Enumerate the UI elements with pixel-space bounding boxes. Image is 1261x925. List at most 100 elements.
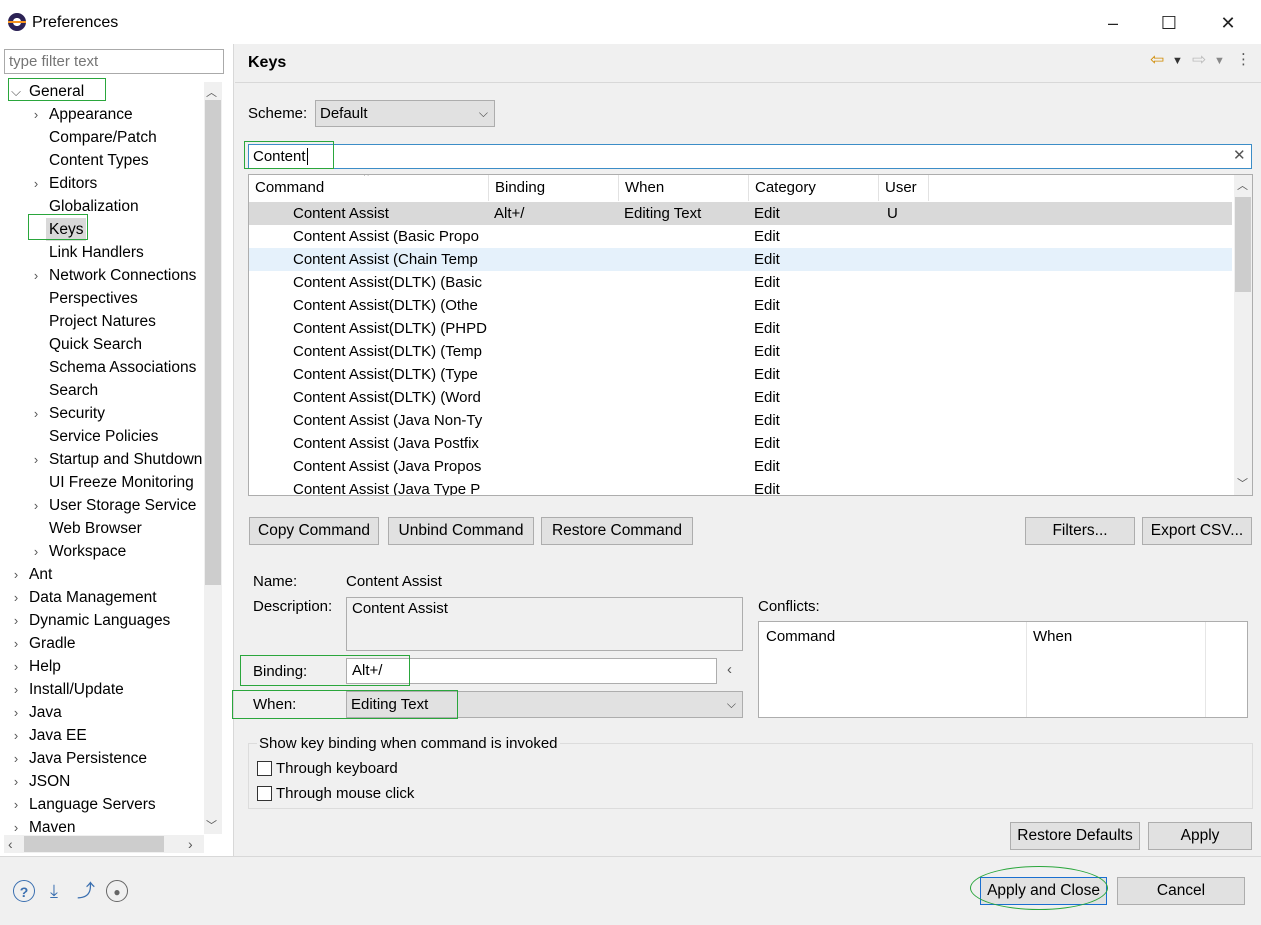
scroll-down-icon[interactable]: ﹀: [206, 817, 217, 833]
maximize-button[interactable]: ☐: [1146, 8, 1192, 38]
tree-item-label: General: [29, 83, 85, 100]
description-field[interactable]: Content Assist: [346, 597, 743, 651]
table-row[interactable]: Content Assist (Chain Temp Edit: [249, 248, 1232, 271]
import-icon[interactable]: ⤓: [43, 880, 65, 902]
filter-input[interactable]: [4, 49, 224, 74]
restore-command-button[interactable]: Restore Command: [541, 517, 693, 545]
title-bar: [0, 0, 1261, 44]
minimize-button[interactable]: –: [1090, 8, 1136, 38]
column-header-category[interactable]: Category: [749, 175, 879, 201]
chevron-right-icon[interactable]: ›: [10, 678, 22, 701]
through-mouse-label[interactable]: Through mouse click: [276, 785, 414, 802]
scroll-down-icon[interactable]: ﹀: [1237, 475, 1248, 491]
tree-item-label: Network Connections: [49, 267, 197, 284]
binding-field[interactable]: Alt+/: [346, 658, 717, 684]
column-header-when[interactable]: When: [619, 175, 749, 201]
table-row[interactable]: Content Assist(DLTK) (Basic Edit: [249, 271, 1232, 294]
table-row[interactable]: Content Assist(DLTK) (Temp Edit: [249, 340, 1232, 363]
tree-item-label: Help: [29, 658, 61, 675]
eclipse-icon: [8, 13, 26, 31]
through-mouse-checkbox[interactable]: [257, 786, 272, 801]
cancel-button[interactable]: Cancel: [1117, 877, 1245, 905]
forward-dropdown-icon[interactable]: ▼: [1214, 55, 1225, 67]
tree-item-label: Security: [49, 405, 105, 422]
conflicts-table: Command When: [758, 621, 1248, 718]
chevron-right-icon[interactable]: ›: [10, 701, 22, 724]
table-cell-category: Edit: [754, 320, 780, 337]
chevron-right-icon[interactable]: ›: [30, 402, 42, 425]
restore-defaults-button[interactable]: Restore Defaults: [1010, 822, 1140, 850]
chevron-right-icon[interactable]: ›: [30, 172, 42, 195]
back-arrow-icon[interactable]: ⇦: [1150, 50, 1164, 70]
tree-hscroll-thumb[interactable]: [24, 836, 164, 852]
tree-item-label: UI Freeze Monitoring: [49, 474, 194, 491]
chevron-right-icon[interactable]: ›: [10, 609, 22, 632]
copy-command-button[interactable]: Copy Command: [249, 517, 379, 545]
chevron-down-icon[interactable]: ⌵: [10, 80, 22, 103]
chevron-right-icon[interactable]: ›: [10, 563, 22, 586]
chevron-right-icon[interactable]: ›: [10, 793, 22, 816]
close-button[interactable]: ✕: [1205, 8, 1251, 38]
chevron-right-icon[interactable]: ›: [10, 655, 22, 678]
chevron-right-icon[interactable]: ›: [30, 448, 42, 471]
when-select[interactable]: Editing Text ⌵: [346, 691, 743, 718]
help-icon[interactable]: ?: [13, 880, 35, 902]
through-keyboard-checkbox[interactable]: [257, 761, 272, 776]
back-dropdown-icon[interactable]: ▼: [1172, 55, 1183, 67]
apply-and-close-button[interactable]: Apply and Close: [980, 877, 1107, 905]
text-cursor: [306, 148, 308, 165]
tree-item-label: Ant: [29, 566, 53, 583]
table-row[interactable]: Content Assist(DLTK) (Word Edit: [249, 386, 1232, 409]
chevron-right-icon[interactable]: ›: [30, 494, 42, 517]
conflicts-header-when[interactable]: When: [1033, 628, 1072, 645]
chevron-right-icon[interactable]: ›: [30, 103, 42, 126]
tree-scroll-thumb[interactable]: [205, 100, 221, 585]
table-row[interactable]: Content Assist (Java Non-Ty Edit: [249, 409, 1232, 432]
column-header-command[interactable]: Command: [249, 175, 489, 201]
table-row[interactable]: Content Assist (Java Postfix Edit: [249, 432, 1232, 455]
when-label: When:: [253, 696, 297, 713]
scroll-up-icon[interactable]: ︿: [206, 84, 217, 100]
tree-item-label: Java Persistence: [29, 750, 148, 767]
view-menu-icon[interactable]: ⋮: [1236, 50, 1251, 68]
table-cell-category: Edit: [754, 458, 780, 475]
forward-arrow-icon[interactable]: ⇨: [1192, 50, 1206, 70]
column-header-user[interactable]: User: [879, 175, 929, 201]
export-csv-button[interactable]: Export CSV...: [1142, 517, 1252, 545]
scheme-select[interactable]: Default ⌵: [315, 100, 495, 127]
sort-ascending-icon: ^: [364, 174, 369, 182]
scroll-right-icon[interactable]: ›: [188, 836, 193, 852]
scroll-up-icon[interactable]: ︿: [1237, 177, 1248, 193]
filters-button[interactable]: Filters...: [1025, 517, 1135, 545]
table-row[interactable]: Content Assist (Java Propos Edit: [249, 455, 1232, 478]
chevron-right-icon[interactable]: ›: [30, 264, 42, 287]
table-row[interactable]: Content Assist (Java Type P Edit: [249, 478, 1232, 495]
chevron-right-icon[interactable]: ›: [10, 632, 22, 655]
table-scroll-thumb[interactable]: [1235, 197, 1251, 292]
unbind-command-button[interactable]: Unbind Command: [388, 517, 534, 545]
table-row[interactable]: Content Assist (Basic Propo Edit: [249, 225, 1232, 248]
name-value: Content Assist: [346, 573, 442, 590]
keys-search-input[interactable]: Content: [248, 144, 1252, 169]
table-cell-command: Content Assist(DLTK) (Type: [293, 366, 478, 383]
clear-search-icon[interactable]: ✕: [1233, 146, 1246, 164]
chevron-right-icon[interactable]: ›: [10, 586, 22, 609]
table-row[interactable]: Content Assist(DLTK) (Type Edit: [249, 363, 1232, 386]
chevron-right-icon[interactable]: ›: [10, 747, 22, 770]
binding-menu-icon[interactable]: ‹: [727, 661, 732, 678]
export-icon[interactable]: ⤴: [75, 880, 97, 902]
table-row[interactable]: Content Assist(DLTK) (Othe Edit: [249, 294, 1232, 317]
table-row[interactable]: Content Assist(DLTK) (PHPD Edit: [249, 317, 1232, 340]
apply-button[interactable]: Apply: [1148, 822, 1252, 850]
tree-item-label: Dynamic Languages: [29, 612, 171, 629]
chevron-right-icon[interactable]: ›: [10, 770, 22, 793]
table-row[interactable]: Content Assist Alt+/ Editing Text Edit U: [249, 202, 1232, 225]
through-keyboard-label[interactable]: Through keyboard: [276, 760, 398, 777]
scroll-left-icon[interactable]: ‹: [8, 836, 13, 852]
chevron-right-icon[interactable]: ›: [10, 724, 22, 747]
column-header-binding[interactable]: Binding: [489, 175, 619, 201]
conflicts-header-command[interactable]: Command: [766, 628, 835, 645]
chevron-right-icon[interactable]: ›: [30, 540, 42, 563]
column-divider: [1026, 622, 1027, 717]
record-icon[interactable]: ●: [106, 880, 128, 902]
